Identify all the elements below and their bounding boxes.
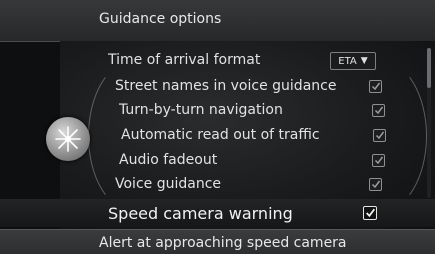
dropdown-arrow-icon: ▼ (360, 55, 368, 66)
menu-item-label: Speed camera warning (108, 203, 293, 223)
checkmark-icon (371, 180, 381, 189)
checkmark-icon (374, 156, 384, 165)
eta-format-value: ETA (338, 55, 357, 67)
menu-item-label: Automatic read out of traffic (121, 127, 320, 143)
speed-camera-checkbox[interactable] (363, 206, 377, 220)
turn-by-turn-checkbox[interactable] (372, 104, 385, 117)
traffic-readout-checkbox[interactable] (373, 129, 386, 142)
audio-fadeout-checkbox[interactable] (372, 154, 385, 167)
menu-item-traffic-readout[interactable]: Automatic read out of traffic (121, 123, 320, 147)
time-of-arrival-label: Time of arrival format (108, 52, 261, 68)
scrollbar-thumb[interactable] (427, 48, 431, 88)
checkmark-icon (375, 131, 385, 140)
menu-item-voice-guidance[interactable]: Voice guidance (115, 172, 221, 196)
speed-camera-row[interactable]: Speed camera warning (108, 201, 293, 225)
joystick-icon[interactable] (46, 117, 90, 161)
menu-item-label: Voice guidance (115, 176, 222, 192)
selected-row-speed-camera[interactable]: Speed camera warning (0, 199, 435, 227)
menu-item-audio-fadeout[interactable]: Audio fadeout (119, 148, 217, 172)
menu-item-label: Turn-by-turn navigation (119, 102, 283, 118)
menu-item-label: Audio fadeout (119, 152, 218, 168)
checkmark-icon (366, 208, 376, 218)
help-text: Alert at approaching speed camera (99, 235, 347, 251)
header-bar: Guidance options (0, 0, 435, 42)
footer-description-bar: Alert at approaching speed camera (0, 229, 435, 254)
scrollbar[interactable] (427, 48, 431, 198)
menu-item-turn-by-turn[interactable]: Turn-by-turn navigation (119, 98, 283, 122)
street-names-checkbox[interactable] (369, 80, 382, 93)
checkmark-icon (374, 106, 384, 115)
infotainment-screen: Guidance options Time of arrival format … (0, 0, 435, 254)
checkmark-icon (371, 82, 381, 91)
page-title: Guidance options (99, 11, 222, 27)
menu-item-label: Street names in voice guidance (115, 78, 337, 94)
voice-guidance-checkbox[interactable] (369, 178, 382, 191)
eta-format-select[interactable]: ETA ▼ (330, 52, 376, 70)
menu-item-street-names[interactable]: Street names in voice guidance (115, 74, 336, 98)
time-of-arrival-row[interactable]: Time of arrival format (108, 48, 260, 72)
